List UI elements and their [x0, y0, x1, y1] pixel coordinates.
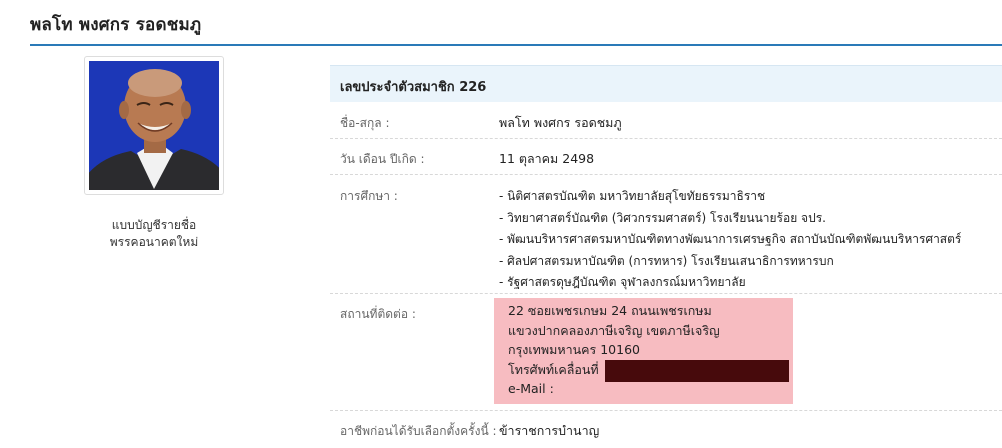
education-item: - นิติศาสตรบัณฑิต มหาวิทยาลัยสุโขทัยธรรม… — [499, 189, 766, 203]
name-label: ชื่อ-สกุล : — [340, 116, 390, 130]
row-divider — [330, 174, 1002, 175]
education-item: - ศิลปศาสตรมหาบัณฑิต (การทหาร) โรงเรียนเ… — [499, 253, 834, 268]
member-id-header: เลขประจำตัวสมาชิก 226 — [330, 65, 1002, 102]
list-type-label: แบบบัญชีรายชื่อ — [111, 218, 197, 232]
education-list: - นิติศาสตรบัณฑิต มหาวิทยาลัยสุโขทัยธรรม… — [499, 186, 961, 294]
education-label: การศึกษา : — [340, 189, 398, 203]
page-title: พลโท พงศกร รอดชมภู — [30, 15, 202, 35]
phone-redaction — [605, 360, 789, 382]
education-item: - รัฐศาสตรดุษฎีบัณฑิต จุฬาลงกรณ์มหาวิทยา… — [499, 275, 746, 289]
title-divider — [30, 44, 1002, 46]
occupation-label: อาชีพก่อนได้รับเลือกตั้งครั้งนี้ : — [340, 424, 497, 438]
email-label: e-Mail : — [508, 381, 554, 397]
education-item: - วิทยาศาสตร์บัณฑิต (วิศวกรรมศาสตร์) โรง… — [499, 210, 826, 225]
contact-label: สถานที่ติดต่อ : — [340, 307, 416, 321]
row-divider — [330, 138, 1002, 139]
dob-label: วัน เดือน ปีเกิด : — [340, 152, 425, 166]
name-value: พลโท พงศกร รอดชมภู — [499, 115, 622, 130]
address-line: 22 ซอยเพชรเกษม 24 ถนนเพชรเกษม — [508, 303, 712, 318]
party-label: พรรคอนาคตใหม่ — [109, 235, 199, 249]
member-id-heading: เลขประจำตัวสมาชิก 226 — [340, 80, 487, 95]
address-line: กรุงเทพมหานคร 10160 — [508, 342, 640, 358]
address-line: แขวงปากคลองภาษีเจริญ เขตภาษีเจริญ — [508, 322, 720, 338]
occupation-value: ข้าราชการบำนาญ — [499, 423, 600, 438]
profile-photo-frame — [84, 56, 224, 195]
row-divider — [330, 410, 1002, 411]
contact-box: 22 ซอยเพชรเกษม 24 ถนนเพชรเกษม แขวงปากคลอ… — [494, 298, 793, 404]
member-type-caption: แบบบัญชีรายชื่อ พรรคอนาคตใหม่ — [84, 217, 224, 251]
profile-photo — [89, 61, 219, 190]
education-item: - พัฒนบริหารศาสตรมหาบัณฑิตทางพัฒนาการเศร… — [499, 232, 962, 246]
row-divider — [330, 293, 1002, 294]
dob-value: 11 ตุลาคม 2498 — [499, 151, 595, 166]
